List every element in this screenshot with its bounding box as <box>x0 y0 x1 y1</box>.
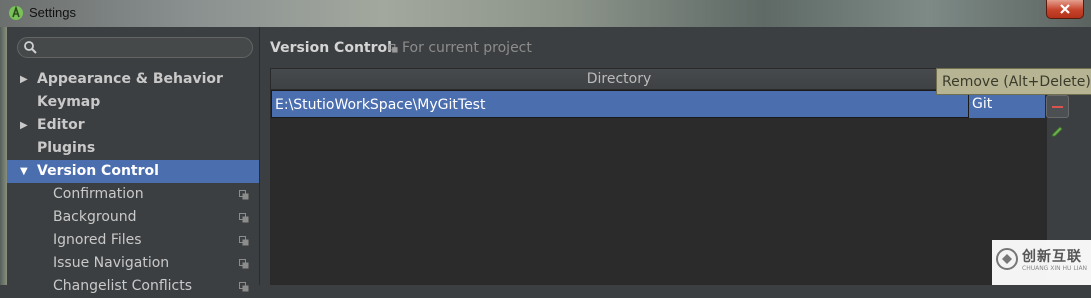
expand-arrow-icon[interactable]: ▶ <box>20 68 28 91</box>
title-bar: Settings <box>0 0 1091 27</box>
watermark-text: 创新互联 <box>1022 249 1082 265</box>
sidebar-item-changelist-conflicts[interactable]: Changelist Conflicts <box>7 275 259 298</box>
project-scope-icon <box>239 190 249 200</box>
sidebar-item-issue-navigation[interactable]: Issue Navigation <box>7 252 259 275</box>
project-scope-icon <box>239 236 249 246</box>
sidebar-item-label: Plugins <box>37 140 96 156</box>
expand-arrow-icon[interactable]: ▶ <box>20 114 28 137</box>
search-input[interactable] <box>17 37 253 58</box>
sidebar-item-version-control[interactable]: ▼ Version Control <box>7 160 259 183</box>
search-icon <box>24 41 37 54</box>
window-frame <box>0 27 7 285</box>
window-title: Settings <box>29 5 76 20</box>
pencil-icon[interactable] <box>1050 123 1064 137</box>
watermark-subtext: CHUANG XIN HU LIAN <box>1022 265 1088 272</box>
watermark: 创新互联 CHUANG XIN HU LIAN <box>992 240 1091 285</box>
sidebar-item-ignored-files[interactable]: Ignored Files <box>7 229 259 252</box>
sidebar-item-label: Editor <box>37 117 85 133</box>
sidebar-item-label: Background <box>53 209 137 225</box>
directory-cell[interactable]: E:\StutioWorkSpace\MyGitTest <box>271 90 969 118</box>
minus-icon <box>1052 106 1063 108</box>
sidebar-item-appearance-behavior[interactable]: ▶ Appearance & Behavior <box>7 68 259 91</box>
android-studio-icon <box>9 5 23 20</box>
sidebar-item-background[interactable]: Background <box>7 206 259 229</box>
project-scope-icon <box>239 213 249 223</box>
table-header: Directory <box>271 69 1045 90</box>
close-button[interactable] <box>1046 0 1084 19</box>
sidebar-item-keymap[interactable]: Keymap <box>7 91 259 114</box>
vcs-mappings-table: Directory E:\StutioWorkSpace\MyGitTest G… <box>270 68 1046 285</box>
project-scope-icon <box>239 259 249 269</box>
sidebar-item-editor[interactable]: ▶ Editor <box>7 114 259 137</box>
sidebar-item-label: Version Control <box>37 163 159 179</box>
project-scope-icon <box>389 44 398 53</box>
sidebar-item-label: Keymap <box>37 94 101 110</box>
scope-label: For current project <box>402 40 532 56</box>
watermark-logo-icon <box>996 248 1018 270</box>
column-header-directory[interactable]: Directory <box>271 69 968 89</box>
page-title: Version Control <box>270 40 392 56</box>
sidebar-item-label: Issue Navigation <box>53 255 170 271</box>
sidebar-item-confirmation[interactable]: Confirmation <box>7 183 259 206</box>
remove-button[interactable] <box>1046 95 1069 118</box>
close-icon <box>1060 4 1070 14</box>
sidebar-item-label: Appearance & Behavior <box>37 71 223 87</box>
sidebar-item-label: Changelist Conflicts <box>53 278 193 294</box>
table-row[interactable]: E:\StutioWorkSpace\MyGitTest Git <box>271 90 1045 118</box>
sidebar-item-label: Ignored Files <box>53 232 142 248</box>
settings-sidebar: ▶ Appearance & Behavior Keymap ▶ Editor … <box>7 27 260 294</box>
remove-tooltip: Remove (Alt+Delete) <box>936 68 1091 95</box>
project-scope-icon <box>239 282 249 292</box>
settings-content: Version Control For current project Dire… <box>260 27 1091 285</box>
sidebar-item-plugins[interactable]: Plugins <box>7 137 259 160</box>
sidebar-item-label: Confirmation <box>53 186 144 202</box>
collapse-arrow-icon[interactable]: ▼ <box>20 160 28 183</box>
